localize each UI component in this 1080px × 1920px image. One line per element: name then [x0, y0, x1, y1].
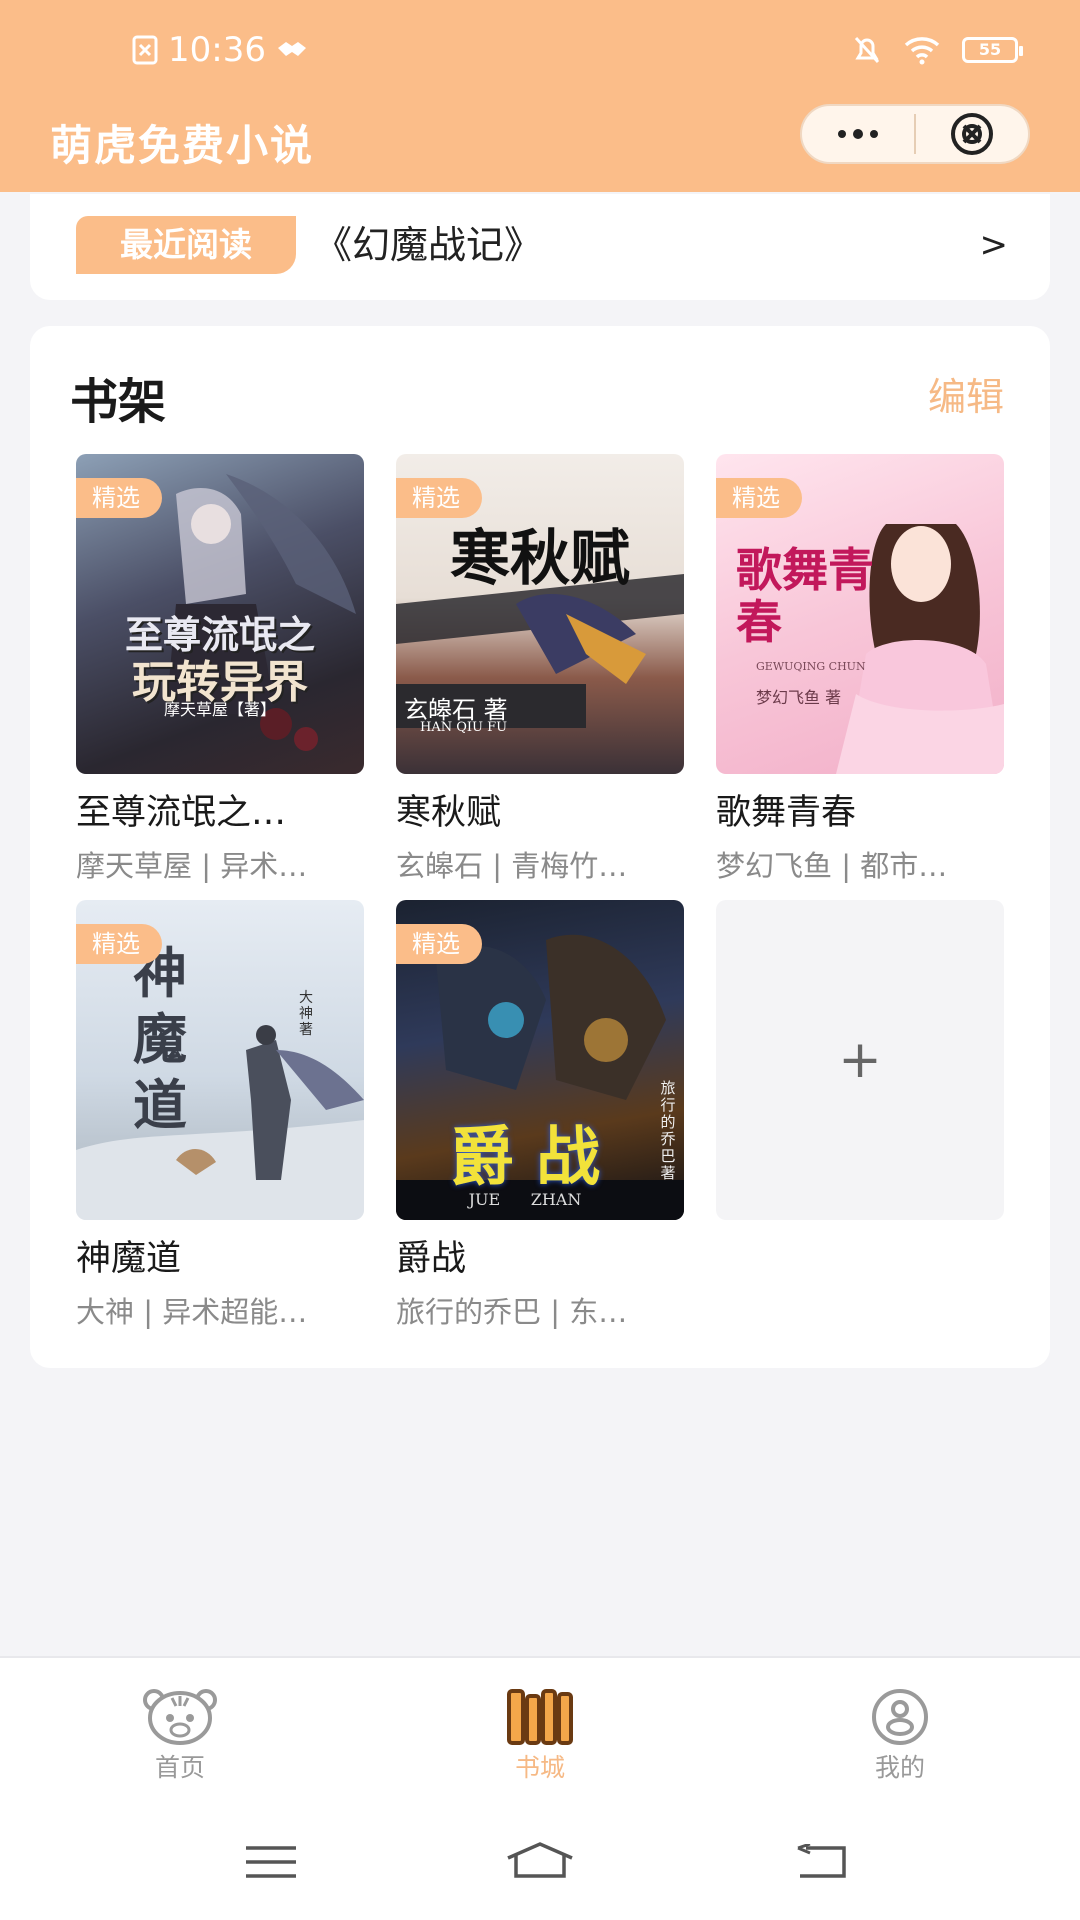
book-title: 歌舞青春	[716, 793, 857, 833]
battery-indicator: 55	[962, 37, 1023, 63]
user-profile-icon	[872, 1689, 928, 1745]
book-meta: 摩天草屋 | 异术…	[76, 849, 308, 883]
tab-mine-label: 我的	[874, 1753, 925, 1782]
menu-icon[interactable]	[244, 1844, 298, 1880]
more-button[interactable]	[802, 106, 914, 162]
book-item[interactable]: 歌舞青春 GEWUQING CHUN 梦幻飞鱼 著 精选 歌舞青春 梦幻飞鱼 |…	[716, 454, 1004, 885]
shelf-title: 书架	[70, 374, 167, 430]
cover-author-text: 梦幻飞鱼 著	[756, 688, 842, 707]
featured-badge: 精选	[396, 924, 482, 964]
book-item[interactable]: 寒秋赋 玄皞石 著 HAN QIU FU 精选 寒秋赋 玄皞石 | 青梅竹…	[396, 454, 684, 885]
book-meta: 玄皞石 | 青梅竹…	[396, 849, 628, 883]
mute-bell-icon	[854, 36, 880, 64]
close-circle-icon	[950, 113, 993, 155]
add-book-button[interactable]: +	[716, 900, 1004, 1220]
chevron-right-icon: >	[979, 225, 1009, 265]
mini-program-capsule	[800, 104, 1030, 164]
book-cover[interactable]: 神魔道 大神 著 精选	[76, 900, 364, 1220]
tab-mine[interactable]: 我的	[820, 1688, 980, 1784]
featured-badge: 精选	[716, 478, 802, 518]
book-cover[interactable]: 爵 战 JUE ZHAN 旅行的乔巴著 精选	[396, 900, 684, 1220]
tiger-face-icon	[143, 1689, 217, 1745]
book-cover[interactable]: 寒秋赋 玄皞石 著 HAN QIU FU 精选	[396, 454, 684, 774]
edit-button[interactable]: 编辑	[928, 366, 1004, 421]
close-button[interactable]	[916, 106, 1028, 162]
tab-bar: 首页 书城 我的	[0, 1656, 1080, 1800]
book-title: 至尊流氓之…	[76, 793, 287, 833]
wifi-icon	[904, 37, 940, 65]
app-title: 萌虎免费小说	[50, 121, 315, 170]
book-cover[interactable]: 至尊流氓之 玩转异界 摩天草屋【著】 精选	[76, 454, 364, 774]
book-title: 寒秋赋	[396, 793, 502, 833]
featured-badge: 精选	[76, 478, 162, 518]
tab-bookstore-label: 书城	[514, 1753, 565, 1782]
cover-title-text: 歌舞青春	[736, 543, 874, 649]
book-item[interactable]: 爵 战 JUE ZHAN 旅行的乔巴著 精选 爵战 旅行的乔巴 | 东…	[396, 900, 684, 1331]
tab-home[interactable]: 首页	[100, 1688, 260, 1784]
status-bar: 10:36 55	[0, 0, 1080, 98]
header: 10:36 55 萌虎免费小说	[0, 0, 1080, 192]
tab-bookstore[interactable]: 书城	[460, 1688, 620, 1784]
tab-home-label: 首页	[154, 1753, 205, 1782]
back-icon[interactable]	[796, 1844, 850, 1880]
bookshelf-card: 书架 编辑 至尊流氓之 玩转异界 摩天草屋【著】 精选 至尊流氓之… 摩天草屋 …	[30, 326, 1050, 1368]
cover-author-text: 旅行的乔巴著	[660, 1079, 676, 1182]
book-meta: 旅行的乔巴 | 东…	[396, 1295, 628, 1329]
recent-book-title: 《幻魔战记》	[314, 223, 543, 267]
cover-title-text: 神魔道	[133, 941, 187, 1137]
cover-author-text: 大神 著	[299, 990, 313, 1038]
cover-title-text: 寒秋赋	[450, 524, 630, 594]
cover-pinyin-text: HAN QIU FU	[420, 720, 508, 735]
book-cover[interactable]: 歌舞青春 GEWUQING CHUN 梦幻飞鱼 著 精选	[716, 454, 1004, 774]
cover-pinyin-text: GEWUQING CHUN	[756, 660, 866, 673]
featured-badge: 精选	[396, 478, 482, 518]
system-navigation-bar	[0, 1800, 1080, 1920]
cover-pinyin-text: JUE ZHAN	[468, 1190, 582, 1209]
recent-reading-bar[interactable]: 最近阅读 《幻魔战记》 >	[30, 194, 1050, 300]
status-right: 55	[852, 28, 1023, 72]
sim-off-icon	[132, 35, 158, 65]
cover-author-text: 摩天草屋【著】	[163, 700, 276, 719]
home-icon[interactable]	[504, 1840, 576, 1880]
status-left: 10:36	[132, 28, 308, 72]
status-time: 10:36	[168, 30, 266, 70]
plus-icon: +	[838, 1030, 882, 1090]
book-meta: 梦幻飞鱼 | 都市…	[716, 849, 948, 883]
book-item[interactable]: 神魔道 大神 著 精选 神魔道 大神 | 异术超能…	[76, 900, 364, 1331]
book-title: 神魔道	[76, 1239, 182, 1279]
book-item[interactable]: 至尊流氓之 玩转异界 摩天草屋【著】 精选 至尊流氓之… 摩天草屋 | 异术…	[76, 454, 364, 885]
recent-reading-badge: 最近阅读	[76, 216, 296, 274]
cover-title-text: 爵 战	[449, 1120, 601, 1195]
handshake-icon	[277, 42, 306, 56]
more-dots-icon	[838, 129, 878, 139]
bookshelf-icon	[507, 1689, 573, 1745]
featured-badge: 精选	[76, 924, 162, 964]
book-title: 爵战	[396, 1239, 467, 1279]
book-meta: 大神 | 异术超能…	[76, 1295, 308, 1329]
